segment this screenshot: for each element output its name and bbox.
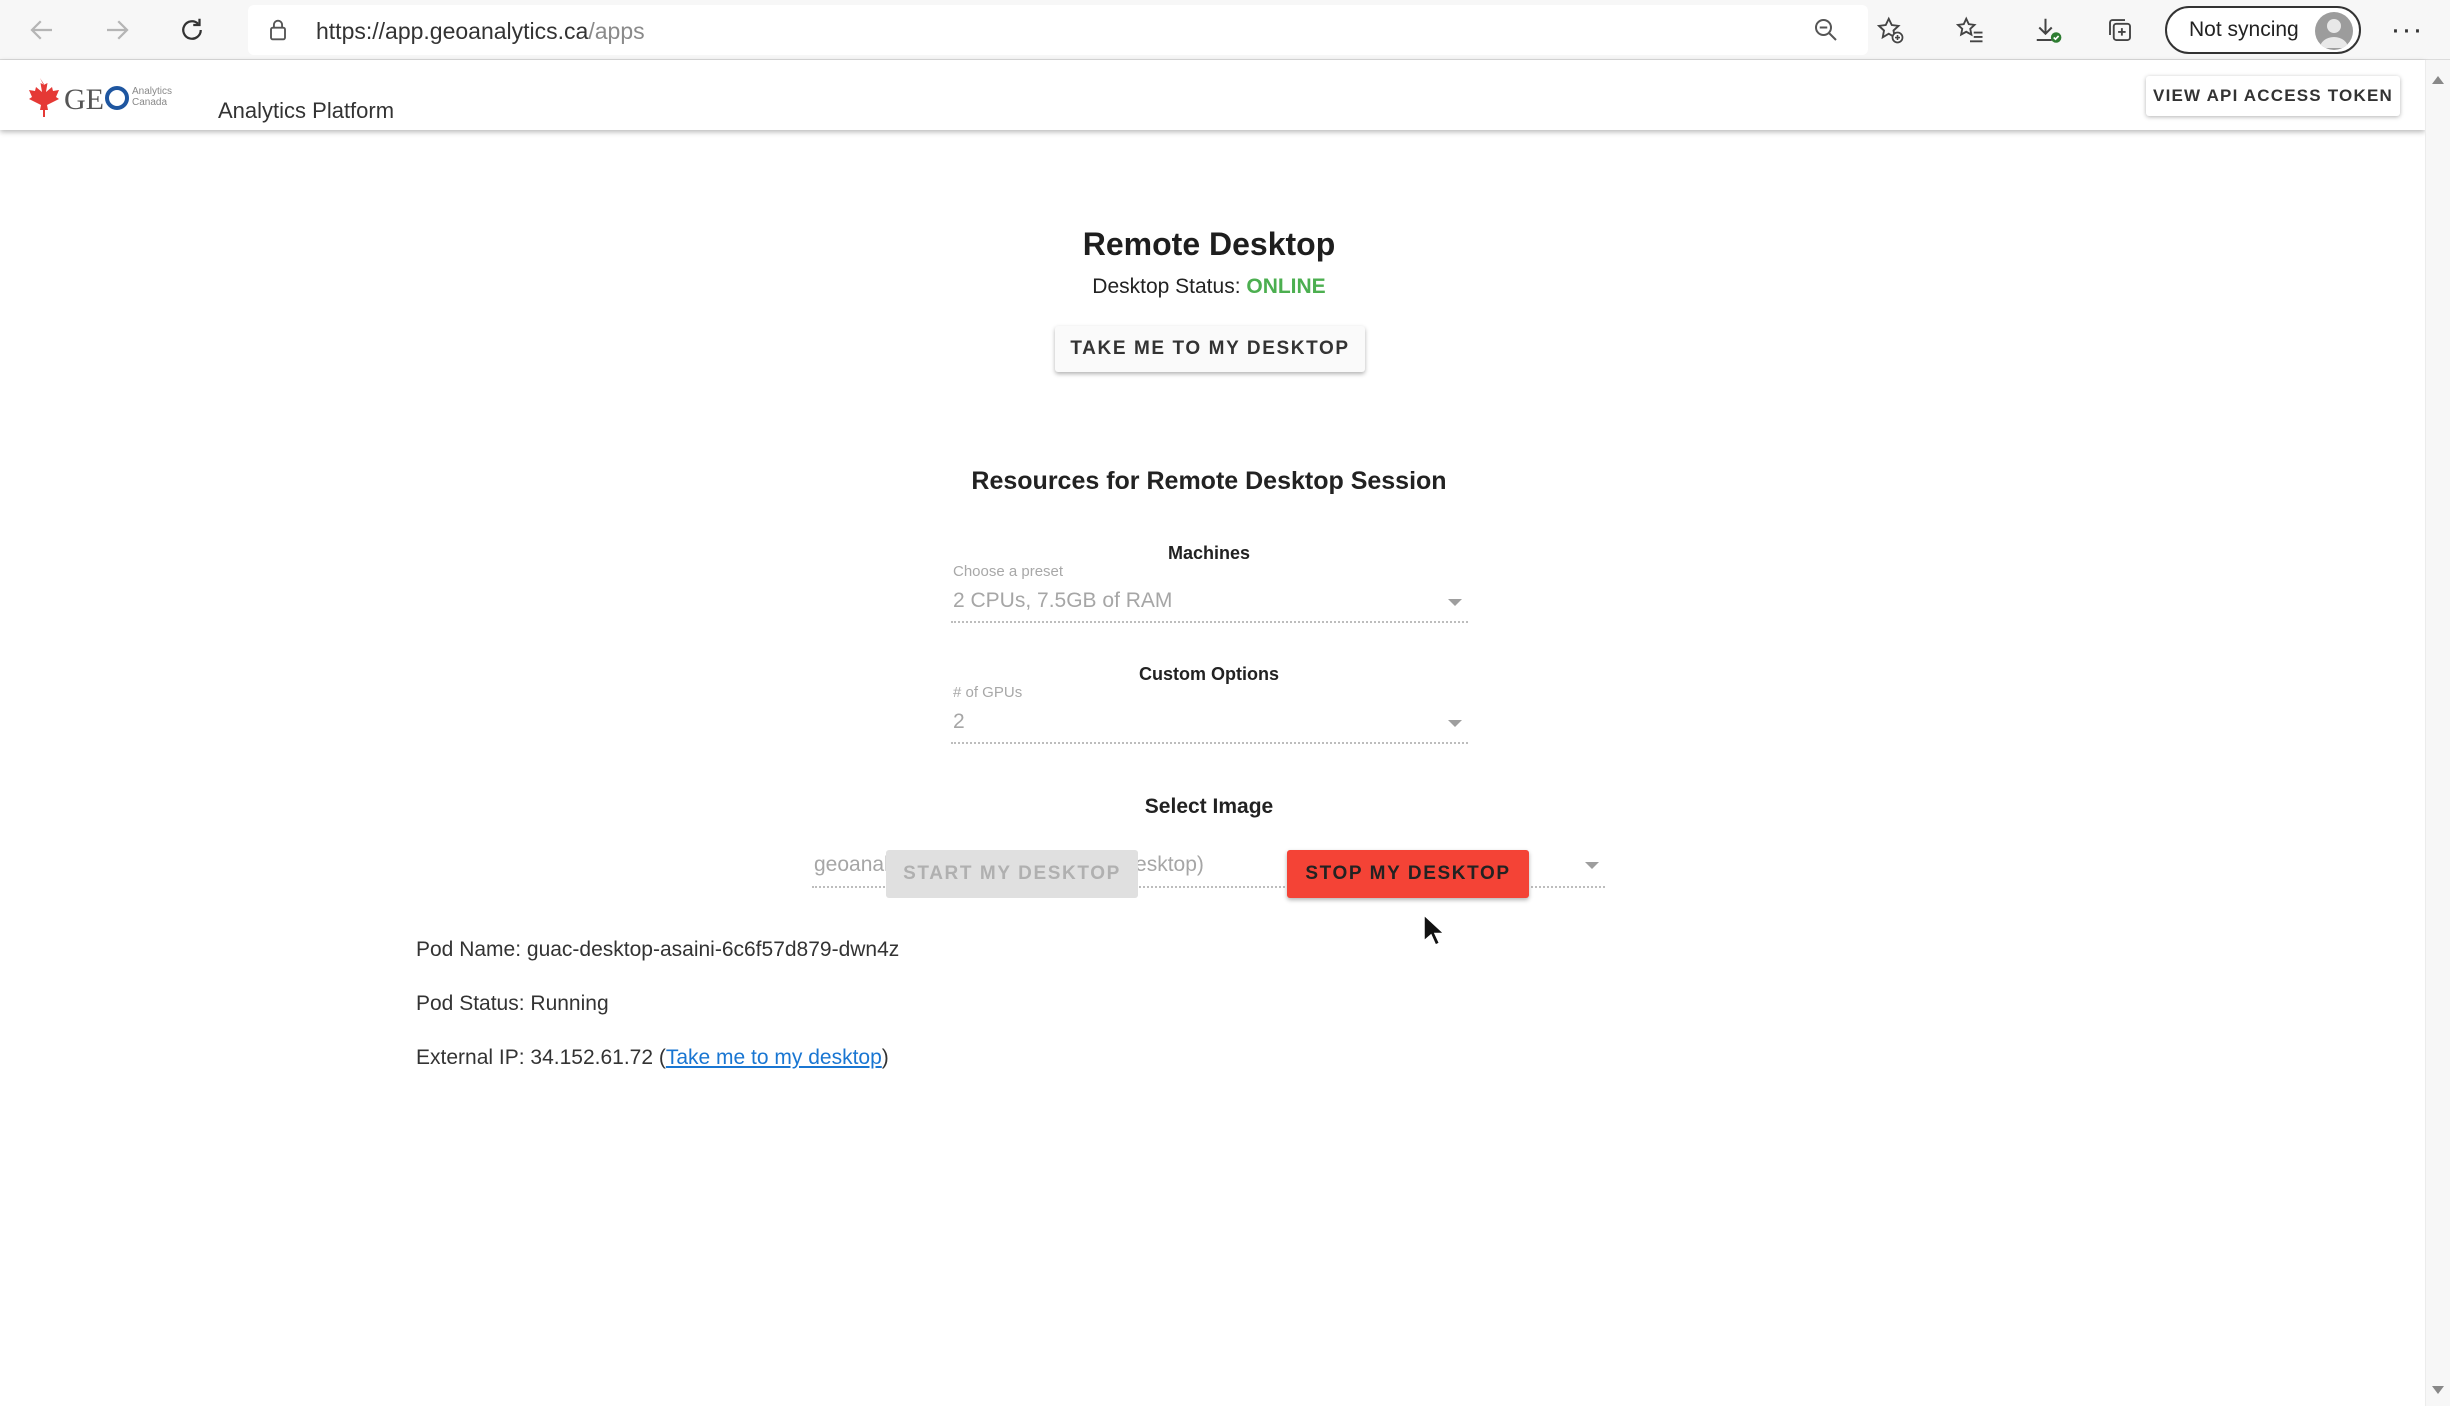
paren-open: ( <box>653 1046 666 1069</box>
downloads-button[interactable] <box>2026 8 2070 52</box>
chevron-down-icon <box>1448 599 1462 606</box>
page-scrollbar[interactable] <box>2425 60 2450 1406</box>
zoom-out-icon <box>1815 19 1837 41</box>
main-content: Remote Desktop Desktop Status: ONLINE TA… <box>0 130 2425 1406</box>
url-host: https://app.geoanalytics.ca <box>316 18 589 44</box>
scroll-down-icon[interactable] <box>2432 1386 2444 1394</box>
svg-text:Analytics: Analytics <box>132 86 172 97</box>
platform-title: Analytics Platform <box>218 98 395 123</box>
pod-status-label: Pod Status: <box>416 992 531 1015</box>
url-path: /apps <box>588 18 645 44</box>
chevron-down-icon <box>1585 862 1599 869</box>
profile-sync-button[interactable]: Not syncing <box>2165 6 2361 54</box>
gpu-label: # of GPUs <box>953 684 1023 701</box>
add-favorite-button[interactable] <box>1868 8 1912 52</box>
app-header: GE Analytics Canada Analytics Platform V… <box>0 60 2425 130</box>
address-bar[interactable]: https://app.geoanalytics.ca/apps <box>248 5 1868 55</box>
page-viewport: GE Analytics Canada Analytics Platform V… <box>0 60 2425 1406</box>
desktop-status-label: Desktop Status: <box>1092 275 1247 298</box>
lock-icon <box>270 19 286 41</box>
reload-icon <box>182 18 202 40</box>
custom-options-title: Custom Options <box>1139 664 1279 684</box>
select-image-title: Select Image <box>1144 795 1274 818</box>
status-badge: ONLINE <box>1246 275 1326 298</box>
stop-desktop-button[interactable]: STOP MY DESKTOP <box>1287 850 1529 898</box>
scroll-up-icon[interactable] <box>2432 76 2444 84</box>
sync-label: Not syncing <box>2189 18 2299 41</box>
mouse-cursor-icon <box>1423 913 1446 946</box>
external-ip-value: 34.152.61.72 <box>530 1046 654 1069</box>
reload-button[interactable] <box>170 8 214 52</box>
geoanalytics-logo: GE Analytics Canada <box>29 78 172 117</box>
zoom-button[interactable] <box>1804 8 1848 52</box>
download-icon <box>2036 18 2062 43</box>
start-desktop-button[interactable]: START MY DESKTOP <box>886 850 1138 898</box>
browser-toolbar: https://app.geoanalytics.ca/apps Not syn… <box>0 0 2450 60</box>
external-ip-label: External IP: <box>416 1046 531 1069</box>
star-add-icon <box>1876 16 1904 44</box>
pod-status-value: Running <box>530 992 609 1015</box>
pod-status: Pod Status: Running <box>416 992 609 1016</box>
gpu-count-select[interactable]: # of GPUs 2 <box>951 684 1468 744</box>
pod-name: Pod Name: guac-desktop-asaini-6c6f57d879… <box>416 938 899 962</box>
gpu-value: 2 <box>953 710 965 733</box>
desktop-link[interactable]: Take me to my desktop <box>666 1046 882 1069</box>
back-arrow-icon <box>30 20 52 40</box>
machine-preset-select[interactable]: Choose a preset 2 CPUs, 7.5GB of RAM <box>951 563 1468 623</box>
external-ip: External IP: 34.152.61.72 (Take me to my… <box>416 1046 889 1070</box>
machines-title: Machines <box>1167 543 1251 563</box>
forward-button[interactable] <box>95 8 139 52</box>
collections-button[interactable] <box>2098 8 2142 52</box>
pod-name-label: Pod Name: <box>416 938 527 961</box>
view-api-token-button[interactable]: VIEW API ACCESS TOKEN <box>2146 76 2400 116</box>
svg-text:Canada: Canada <box>132 97 167 108</box>
pod-name-value: guac-desktop-asaini-6c6f57d879-dwn4z <box>526 938 900 961</box>
forward-arrow-icon <box>107 20 129 40</box>
chevron-down-icon <box>1448 720 1462 727</box>
take-me-to-desktop-button[interactable]: TAKE ME TO MY DESKTOP <box>1055 326 1365 372</box>
url-text: https://app.geoanalytics.ca/apps <box>316 18 645 45</box>
back-button[interactable] <box>20 8 64 52</box>
svg-text:GE: GE <box>64 83 104 116</box>
avatar-icon <box>2315 12 2353 50</box>
paren-close: ) <box>881 1046 889 1069</box>
more-options-icon[interactable]: ··· <box>2385 8 2429 52</box>
collections-icon <box>2109 19 2131 41</box>
preset-value: 2 CPUs, 7.5GB of RAM <box>953 589 1173 612</box>
favorites-button[interactable] <box>1948 8 1992 52</box>
resources-title: Resources for Remote Desktop Session <box>971 467 1447 495</box>
page-title: Remote Desktop <box>1082 226 1336 262</box>
preset-label: Choose a preset <box>953 563 1064 580</box>
desktop-status: Desktop Status: ONLINE <box>0 275 2418 299</box>
favorites-list-icon <box>1955 16 1983 43</box>
